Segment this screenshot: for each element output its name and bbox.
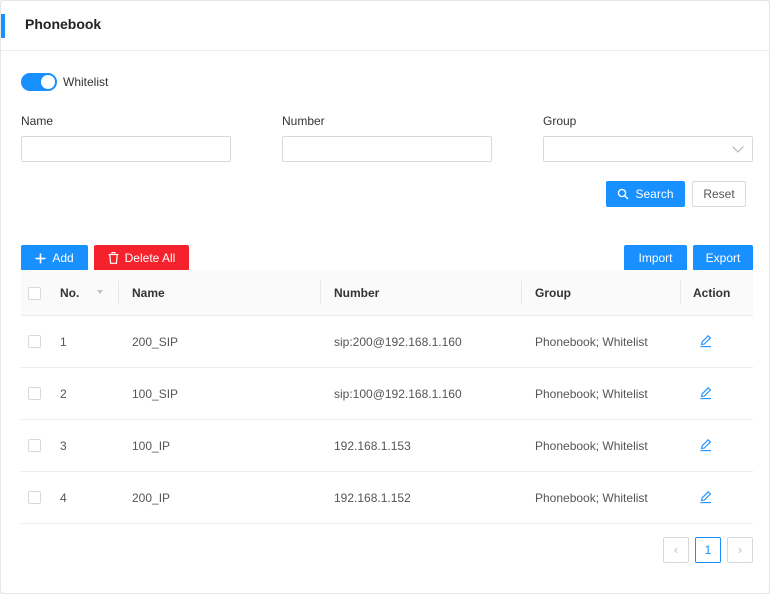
prev-page-button[interactable]: ‹ xyxy=(663,537,689,563)
export-button[interactable]: Export xyxy=(693,245,753,271)
row-phone-number: sip:200@192.168.1.160 xyxy=(334,335,462,349)
trash-icon xyxy=(108,252,119,264)
table-row: 4 200_IP 192.168.1.152 Phonebook; Whitel… xyxy=(21,472,753,524)
reset-button-label: Reset xyxy=(703,187,735,201)
column-header-action: Action xyxy=(693,286,731,300)
add-button[interactable]: Add xyxy=(21,245,88,271)
edit-icon[interactable] xyxy=(698,437,714,453)
column-header-group: Group xyxy=(535,286,571,300)
row-group: Phonebook; Whitelist xyxy=(535,387,648,401)
column-divider xyxy=(118,281,119,305)
import-button-label: Import xyxy=(638,251,673,265)
group-select[interactable] xyxy=(543,136,753,162)
edit-icon[interactable] xyxy=(698,385,714,401)
search-button[interactable]: Search xyxy=(606,181,685,207)
import-button[interactable]: Import xyxy=(624,245,687,271)
name-label: Name xyxy=(21,114,54,128)
whitelist-label: Whitelist xyxy=(63,75,109,89)
column-header-no: No. xyxy=(60,286,80,300)
column-header-number: Number xyxy=(334,286,380,300)
phonebook-panel: Phonebook Whitelist Name Number Group Se… xyxy=(0,0,770,594)
chevron-down-icon xyxy=(732,141,744,153)
reset-button[interactable]: Reset xyxy=(692,181,746,207)
delete-all-button[interactable]: Delete All xyxy=(94,245,189,271)
row-number: 1 xyxy=(60,335,67,349)
row-name: 100_IP xyxy=(132,439,171,453)
table-header: No. Name Number Group Action xyxy=(21,270,753,316)
row-phone-number: sip:100@192.168.1.160 xyxy=(334,387,462,401)
row-group: Phonebook; Whitelist xyxy=(535,491,648,505)
chevron-left-icon: ‹ xyxy=(674,543,678,557)
row-checkbox[interactable] xyxy=(28,491,41,504)
header-accent-bar xyxy=(1,14,5,38)
table-row: 3 100_IP 192.168.1.153 Phonebook; Whitel… xyxy=(21,420,753,472)
row-group: Phonebook; Whitelist xyxy=(535,335,648,349)
plus-icon xyxy=(35,253,46,264)
column-header-name: Name xyxy=(132,286,165,300)
edit-icon[interactable] xyxy=(698,333,714,349)
search-button-label: Search xyxy=(635,187,674,201)
row-group: Phonebook; Whitelist xyxy=(535,439,648,453)
row-name: 200_SIP xyxy=(132,335,179,349)
select-all-checkbox[interactable] xyxy=(28,287,41,300)
page-title: Phonebook xyxy=(25,16,102,32)
row-phone-number: 192.168.1.153 xyxy=(334,439,411,453)
column-divider xyxy=(320,281,321,305)
row-number: 2 xyxy=(60,387,67,401)
delete-all-button-label: Delete All xyxy=(124,251,176,265)
row-phone-number: 192.168.1.152 xyxy=(334,491,411,505)
chevron-right-icon: › xyxy=(738,543,742,557)
edit-icon[interactable] xyxy=(698,489,714,505)
whitelist-toggle[interactable] xyxy=(21,73,57,91)
row-number: 4 xyxy=(60,491,67,505)
row-name: 200_IP xyxy=(132,491,171,505)
row-number: 3 xyxy=(60,439,67,453)
page-number-button[interactable]: 1 xyxy=(695,537,721,563)
table-row: 1 200_SIP sip:200@192.168.1.160 Phoneboo… xyxy=(21,316,753,368)
toggle-knob xyxy=(41,75,55,89)
column-divider xyxy=(680,281,681,305)
number-input[interactable] xyxy=(282,136,492,162)
row-checkbox[interactable] xyxy=(28,387,41,400)
number-label: Number xyxy=(282,114,325,128)
export-button-label: Export xyxy=(705,251,741,265)
row-name: 100_SIP xyxy=(132,387,179,401)
name-input[interactable] xyxy=(21,136,231,162)
column-divider xyxy=(521,281,522,305)
next-page-button[interactable]: › xyxy=(727,537,753,563)
panel-header: Phonebook xyxy=(1,1,769,51)
row-checkbox[interactable] xyxy=(28,335,41,348)
add-button-label: Add xyxy=(52,251,74,265)
row-checkbox[interactable] xyxy=(28,439,41,452)
group-label: Group xyxy=(543,114,577,128)
sort-caret-icon[interactable] xyxy=(97,290,103,294)
search-icon xyxy=(617,188,629,200)
table-row: 2 100_SIP sip:100@192.168.1.160 Phoneboo… xyxy=(21,368,753,420)
